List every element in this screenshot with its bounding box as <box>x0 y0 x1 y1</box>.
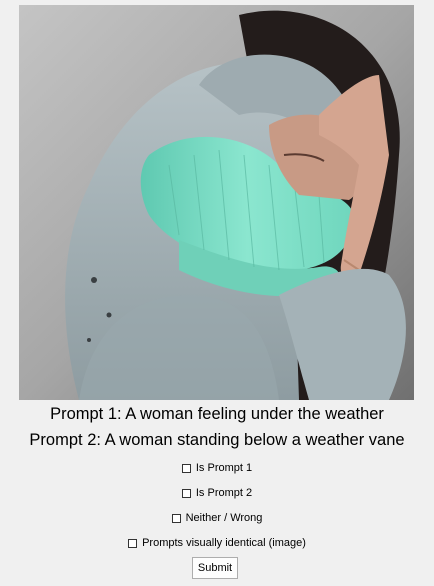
checkbox-is-prompt-1[interactable] <box>181 463 191 473</box>
option-is-prompt-2[interactable]: Is Prompt 2 <box>0 487 434 499</box>
prompt-2-text: Prompt 2: A woman standing below a weath… <box>29 431 405 449</box>
submit-button[interactable]: Submit <box>192 557 238 579</box>
option-neither-wrong[interactable]: Neither / Wrong <box>0 512 434 524</box>
option-label-neither-wrong: Neither / Wrong <box>185 512 263 524</box>
checkbox-neither-wrong[interactable] <box>171 513 181 523</box>
generated-image <box>19 5 414 400</box>
option-is-prompt-1[interactable]: Is Prompt 1 <box>0 462 434 474</box>
woman-in-scarf-illustration <box>19 5 414 400</box>
checkbox-is-prompt-2[interactable] <box>181 488 191 498</box>
option-label-prompts-identical: Prompts visually identical (image) <box>142 537 306 549</box>
option-label-is-prompt-1: Is Prompt 1 <box>195 462 253 474</box>
checkbox-prompts-identical[interactable] <box>128 538 138 548</box>
option-prompts-identical[interactable]: Prompts visually identical (image) <box>0 537 434 549</box>
option-label-is-prompt-2: Is Prompt 2 <box>195 487 253 499</box>
prompt-1-text: Prompt 1: A woman feeling under the weat… <box>50 405 384 423</box>
app-window: Prompt 1: A woman feeling under the weat… <box>0 0 434 586</box>
